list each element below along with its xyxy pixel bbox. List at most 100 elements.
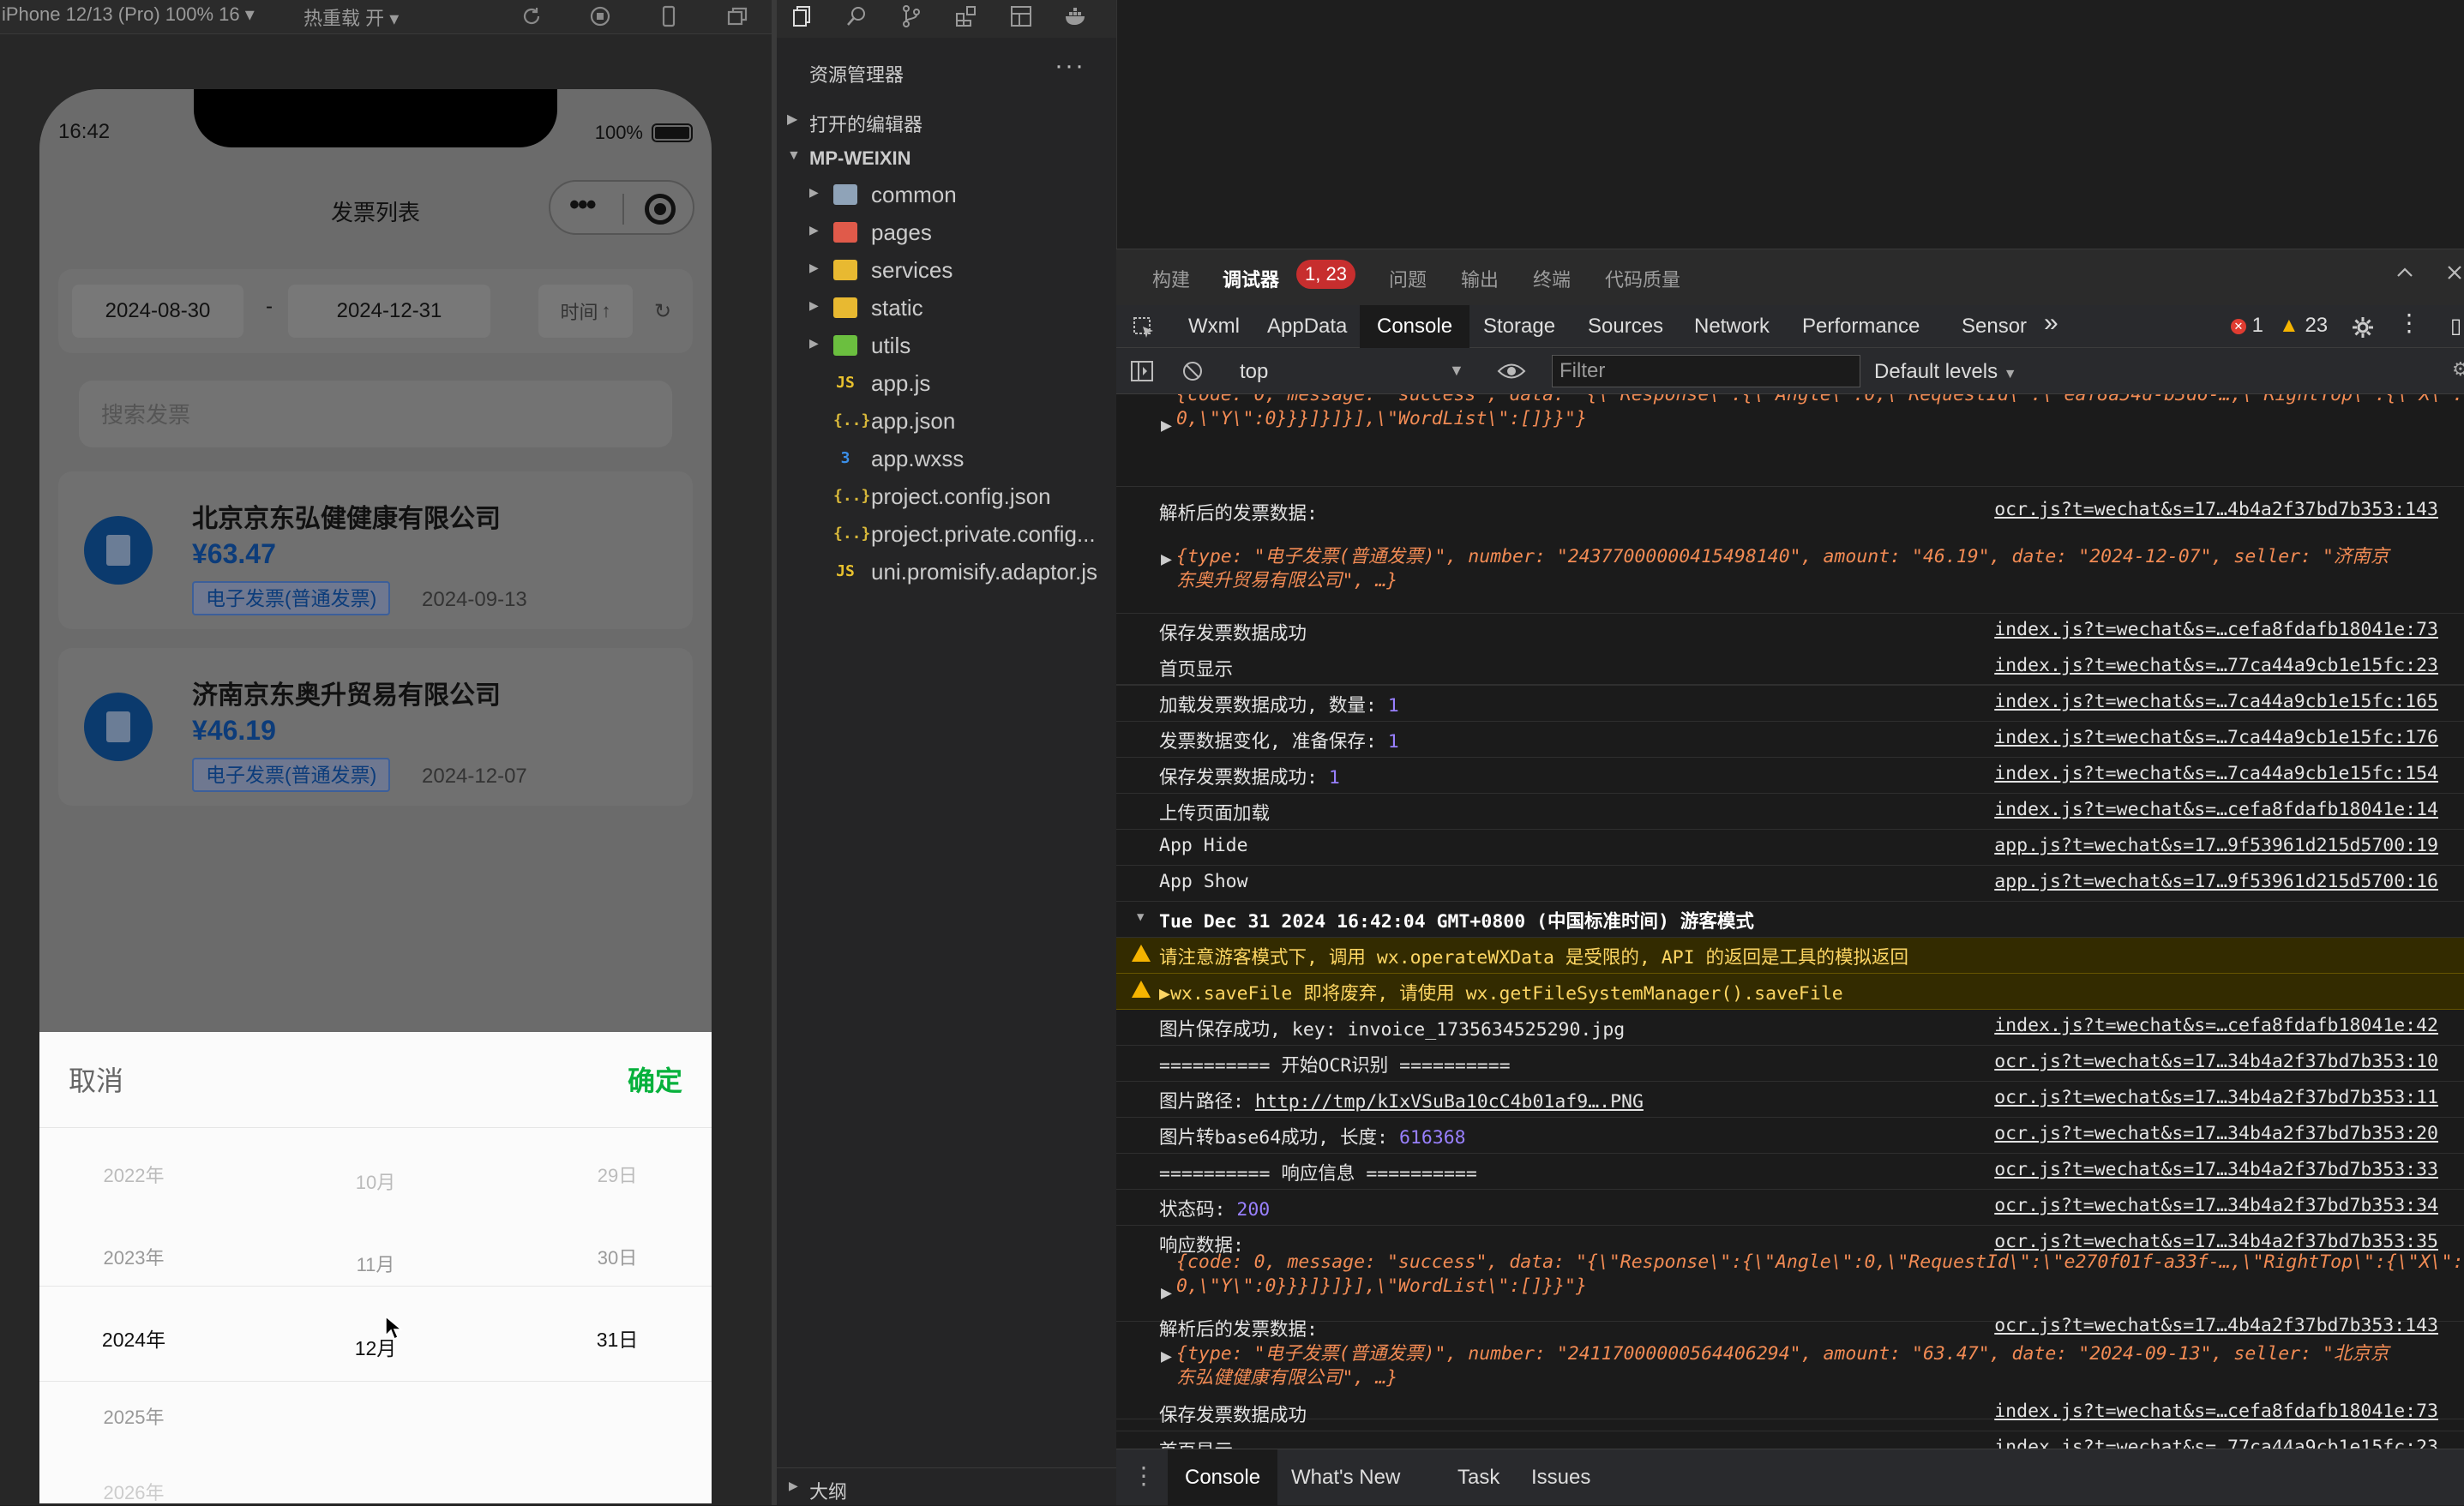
picker-year-selected[interactable]: 2024年 [57,1323,211,1353]
picker-month-selected[interactable]: 12月 [298,1332,453,1361]
console-warning-row[interactable]: 请注意游客模式下, 调用 wx.operateWXData 是受限的, API … [1116,938,2464,974]
docker-icon[interactable] [1063,3,1089,29]
refresh-icon[interactable]: ↻ [641,285,684,338]
console-group-header[interactable]: ▼ Tue Dec 31 2024 16:42:04 GMT+0800 (中国标准… [1116,902,2464,938]
tab-code-quality[interactable]: 代码质量 [1605,265,1680,292]
device-selector[interactable]: iPhone 12/13 (Pro) 100% 16 ▾ [2,3,255,26]
source-control-icon[interactable] [898,3,924,29]
window-icon[interactable] [725,4,749,28]
log-source-link[interactable]: index.js?t=wechat&s=…7ca44a9cb1e15fc:165 [1994,691,2438,712]
folder-item[interactable]: ▶ utils [777,327,1116,365]
search-icon[interactable] [844,3,869,29]
log-source-link[interactable]: ocr.js?t=wechat&s=17…4b4a2f37bd7b353:143 [1994,1315,2438,1336]
tab-debugger[interactable]: 调试器 [1223,265,1279,292]
console-log-row[interactable]: 图片路径: http://tmp/kIxVSuBa10cC4b01af9….PN… [1116,1082,2464,1118]
warning-counter[interactable]: ▲ 23 [2279,314,2328,338]
log-source-link[interactable]: app.js?t=wechat&s=17…9f53961d215d5700:19 [1994,835,2438,856]
chevron-right-icon[interactable]: ▶ [1161,549,1172,570]
picker-day-option[interactable]: 29日 [540,1161,694,1188]
log-source-link[interactable]: index.js?t=wechat&s=…cefa8fdafb18041e:14 [1994,799,2438,820]
tab-output[interactable]: 输出 [1461,265,1499,292]
log-source-link[interactable]: ocr.js?t=wechat&s=17…34b4a2f37bd7b353:35 [1994,1231,2438,1252]
devtools-tab-appdata[interactable]: AppData [1250,305,1364,348]
folder-item[interactable]: ▶ pages [777,214,1116,252]
extensions-icon[interactable] [953,3,979,29]
tab-terminal[interactable]: 终端 [1533,265,1571,292]
kebab-menu-icon[interactable]: ⋮ [2397,309,2421,337]
rotate-icon[interactable] [520,4,544,28]
picker-year-option[interactable]: 2026年 [57,1478,211,1503]
log-object-preview[interactable]: {code: 0, message: "success", data: "{\"… [1176,394,2464,405]
log-source-link[interactable]: index.js?t=wechat&s=…cefa8fdafb18041e:73 [1994,1401,2438,1422]
log-object-preview[interactable]: {type: "电子发票(普通发票)", number: "2411700000… [1176,1339,2389,1365]
console-log-row[interactable]: 响应数据: ocr.js?t=wechat&s=17…34b4a2f37bd7b3… [1116,1226,2464,1322]
console-log-row[interactable]: App Hide app.js?t=wechat&s=17…9f53961d215… [1116,830,2464,866]
picker-confirm-button[interactable]: 确定 [628,1059,682,1099]
log-source-link[interactable]: ocr.js?t=wechat&s=17…34b4a2f37bd7b353:34 [1994,1195,2438,1216]
mini-program-capsule[interactable]: ••• [549,180,694,235]
log-source-link[interactable]: index.js?t=wechat&s=…cefa8fdafb18041e:42 [1994,1015,2438,1036]
drawer-menu-icon[interactable]: ⋮ [1132,1461,1156,1490]
clear-console-icon[interactable] [1181,360,1204,382]
open-editors-section[interactable]: ▶ 打开的编辑器 [777,103,1116,137]
log-source-link[interactable]: ocr.js?t=wechat&s=17…34b4a2f37bd7b353:11 [1994,1087,2438,1108]
console-log-row[interactable]: 保存发票数据成功: 1 index.js?t=wechat&s=…7ca44a9c… [1116,758,2464,794]
picker-year-option[interactable]: 2022年 [57,1161,211,1188]
drawer-tab-issues[interactable]: Issues [1514,1449,1608,1506]
log-link[interactable]: http://tmp/kIxVSuBa10cC4b01af9….PNG [1255,1091,1644,1113]
files-icon[interactable] [789,3,814,29]
picker-day-option[interactable]: 30日 [540,1243,694,1270]
eye-icon[interactable] [1497,362,1526,381]
console-log-row[interactable]: 发票数据变化, 准备保存: 1 index.js?t=wechat&s=…7ca4… [1116,722,2464,758]
log-object-preview[interactable]: 0,\"Y\":0}}}]}]}],\"WordList\":[]}}"} [1176,1275,1587,1297]
devtools-tab-sources[interactable]: Sources [1571,305,1680,348]
console-log-row[interactable]: 保存发票数据成功 index.js?t=wechat&s=…cefa8fdafb1… [1116,1395,2464,1431]
log-source-link[interactable]: index.js?t=wechat&s=…cefa8fdafb18041e:73 [1994,619,2438,640]
devtools-tab-network[interactable]: Network [1677,305,1787,348]
sort-time-button[interactable]: 时间 ↑ [538,285,633,338]
log-source-link[interactable]: app.js?t=wechat&s=17…9f53961d215d5700:16 [1994,871,2438,892]
picker-year-option[interactable]: 2025年 [57,1402,211,1430]
picker-month-option[interactable]: 11月 [298,1250,453,1277]
picker-cancel-button[interactable]: 取消 [69,1059,123,1099]
log-source-link[interactable]: ocr.js?t=wechat&s=17…34b4a2f37bd7b353:20 [1994,1123,2438,1144]
search-input[interactable]: 搜索发票 [79,381,672,447]
devtools-tab-console[interactable]: Console [1360,305,1470,348]
invoice-card[interactable]: 北京京东弘健健康有限公司 ¥63.47 电子发票(普通发票) 2024-09-1… [58,471,693,629]
gear-icon[interactable] [2351,315,2375,339]
console-filter-input[interactable]: Filter [1552,355,1860,387]
log-source-link[interactable]: index.js?t=wechat&s=…7ca44a9cb1e15fc:154 [1994,763,2438,784]
log-object-preview[interactable]: {type: "电子发票(普通发票)", number: "2437700000… [1176,542,2389,568]
console-log-row[interactable]: ========== 开始OCR识别 ========== ocr.js?t=we… [1116,1046,2464,1082]
settings-icon[interactable]: ⚙ [2452,358,2464,381]
drawer-tab-console[interactable]: Console [1168,1449,1278,1506]
inspect-element-icon[interactable] [1132,315,1156,339]
picker-year-option[interactable]: 2023年 [57,1243,211,1270]
console-log-row[interactable]: 图片转base64成功, 长度: 616368 ocr.js?t=wechat&s… [1116,1118,2464,1154]
file-item[interactable]: {..} app.json [777,403,1116,441]
start-date-picker[interactable]: 2024-08-30 [72,285,243,338]
console-log-row[interactable]: 首页显示 index.js?t=wechat&s=…77ca44a9cb1e15f… [1116,650,2464,686]
picker-day-selected[interactable]: 31日 [540,1323,694,1353]
invoice-card[interactable]: 济南京东奥升贸易有限公司 ¥46.19 电子发票(普通发票) 2024-12-0… [58,648,693,806]
devtools-tab-sensor[interactable]: Sensor [1944,305,2044,348]
tab-problems[interactable]: 问题 [1389,265,1427,292]
log-source-link[interactable]: ocr.js?t=wechat&s=17…4b4a2f37bd7b353:143 [1994,499,2438,520]
log-source-link[interactable]: ocr.js?t=wechat&s=17…34b4a2f37bd7b353:33 [1994,1159,2438,1180]
error-counter[interactable]: ✕ 1 [2231,314,2263,338]
console-log-row[interactable]: App Show app.js?t=wechat&s=17…9f53961d215… [1116,866,2464,902]
more-tabs-icon[interactable]: » [2044,309,2058,338]
file-item[interactable]: JS app.js [777,365,1116,403]
sidebar-toggle-icon[interactable] [1130,360,1154,382]
dock-icon[interactable]: ▯ [2450,314,2461,339]
chevron-right-icon[interactable]: ▶ [1161,415,1172,436]
log-object-preview[interactable]: 东弘健健康有限公司", …} [1176,1363,1397,1389]
picker-month-option[interactable]: 10月 [298,1167,453,1195]
console-log-row[interactable]: 图片保存成功, key: invoice_1735634525290.jpg in… [1116,1010,2464,1046]
stop-icon[interactable] [588,4,612,28]
file-item[interactable]: {..} project.private.config... [777,516,1116,554]
tab-build[interactable]: 构建 [1152,265,1190,292]
close-icon[interactable] [2443,261,2464,284]
more-dots-icon[interactable]: ••• [569,189,597,222]
log-object-preview[interactable]: 东奥升贸易有限公司", …} [1176,566,1397,592]
